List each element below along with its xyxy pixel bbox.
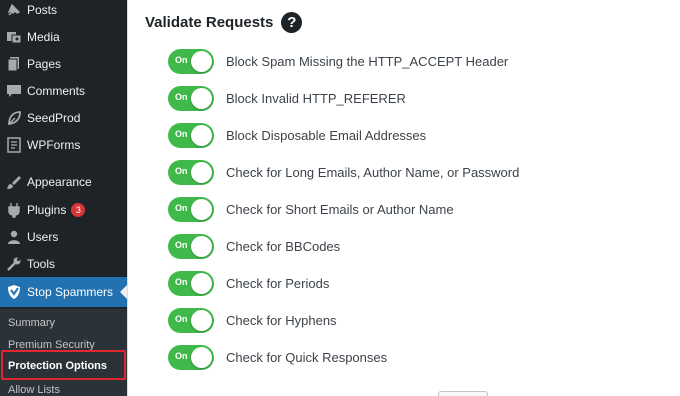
wpforms-icon <box>5 136 23 154</box>
toggle-switch[interactable]: On <box>168 307 214 333</box>
panel-title: Validate Requests ? <box>145 12 303 33</box>
sidebar-item-wpforms[interactable]: WPForms <box>0 131 127 158</box>
toggle-on-text: On <box>175 276 188 287</box>
option-check-quick-responses: On Check for Quick Responses <box>168 344 387 370</box>
option-label: Check for Short Emails or Author Name <box>226 201 454 217</box>
sidebar-item-label: Comments <box>27 83 86 98</box>
toggle-switch[interactable]: On <box>168 48 214 74</box>
toggle-on-text: On <box>175 202 188 213</box>
highlight-outline <box>1 350 126 380</box>
tools-icon <box>5 255 23 273</box>
sidebar-item-label: SeedProd <box>27 110 81 125</box>
sidebar-item-posts[interactable]: Posts <box>0 0 127 23</box>
panel-title-text: Validate Requests <box>145 14 274 31</box>
help-icon[interactable]: ? <box>281 12 303 33</box>
sidebar-item-pages[interactable]: Pages <box>0 50 127 77</box>
toggle-on-text: On <box>175 54 188 65</box>
toggle-knob <box>191 198 212 220</box>
sidebar-item-appearance[interactable]: Appearance <box>0 168 127 195</box>
option-check-long-emails: On Check for Long Emails, Author Name, o… <box>168 159 519 185</box>
sidebar-item-users[interactable]: Users <box>0 223 127 250</box>
option-label: Check for Long Emails, Author Name, or P… <box>226 164 520 180</box>
toggle-knob <box>191 235 212 257</box>
toggle-knob <box>191 124 212 146</box>
plugins-update-badge: 3 <box>71 202 86 217</box>
toggle-switch[interactable]: On <box>168 122 214 148</box>
toggle-on-text: On <box>175 128 188 139</box>
comments-icon <box>5 82 23 100</box>
option-check-short-emails: On Check for Short Emails or Author Name <box>168 196 454 222</box>
pages-icon <box>5 55 23 73</box>
option-label: Check for BBCodes <box>226 238 341 254</box>
toggle-on-text: On <box>175 239 188 250</box>
option-label: Check for Quick Responses <box>226 349 388 365</box>
sidebar-item-stop-spammers[interactable]: Stop Spammers <box>0 277 127 307</box>
toggle-on-text: On <box>175 91 188 102</box>
option-block-disposable-email: On Block Disposable Email Addresses <box>168 122 426 148</box>
toggle-switch[interactable]: On <box>168 85 214 111</box>
toggle-on-text: On <box>175 313 188 324</box>
option-label: Check for Hyphens <box>226 312 337 328</box>
option-label: Block Spam Missing the HTTP_ACCEPT Heade… <box>226 53 509 69</box>
option-check-bbcodes: On Check for BBCodes <box>168 233 340 259</box>
toggle-knob <box>191 87 212 109</box>
sidebar-item-label: WPForms <box>27 137 81 152</box>
pin-icon <box>5 1 23 19</box>
toggle-on-text: On <box>175 350 188 361</box>
sidebar-item-label: Posts <box>27 2 58 17</box>
toggle-switch[interactable]: On <box>168 196 214 222</box>
sidebar-item-comments[interactable]: Comments <box>0 77 127 104</box>
sidebar-item-label: Users <box>27 229 59 244</box>
toggle-knob <box>191 50 212 72</box>
sidebar-item-label: Media <box>27 29 60 44</box>
toggle-knob <box>191 309 212 331</box>
sidebar-item-label: Tools <box>27 256 56 271</box>
option-check-periods: On Check for Periods <box>168 270 329 296</box>
sidebar-item-tools[interactable]: Tools <box>0 250 127 277</box>
media-icon <box>5 28 23 46</box>
sidebar-item-plugins[interactable]: Plugins 3 <box>0 196 127 223</box>
validate-requests-panel: Validate Requests ? On Block Spam Missin… <box>127 0 680 396</box>
sidebar-item-label: Plugins <box>27 202 67 217</box>
sidebar-item-media[interactable]: Media <box>0 23 127 50</box>
users-icon <box>5 228 23 246</box>
sidebar-item-seedprod[interactable]: SeedProd <box>0 104 127 131</box>
admin-sidebar: Posts Media Pages Comments SeedProd WPFo… <box>0 0 127 396</box>
toggle-switch[interactable]: On <box>168 344 214 370</box>
submenu-item-allow-lists[interactable]: Allow Lists <box>8 384 60 396</box>
option-label: Block Invalid HTTP_REFERER <box>226 90 406 106</box>
toggle-knob <box>191 161 212 183</box>
toggle-switch[interactable]: On <box>168 159 214 185</box>
option-block-invalid-referer: On Block Invalid HTTP_REFERER <box>168 85 406 111</box>
appearance-icon <box>5 173 23 191</box>
toggle-knob <box>191 272 212 294</box>
option-check-hyphens: On Check for Hyphens <box>168 307 337 333</box>
shield-icon <box>5 283 23 301</box>
submenu-item-summary[interactable]: Summary <box>8 317 55 329</box>
option-block-missing-http-accept: On Block Spam Missing the HTTP_ACCEPT He… <box>168 48 508 74</box>
option-label: Block Disposable Email Addresses <box>226 127 427 143</box>
toggle-switch[interactable]: On <box>168 270 214 296</box>
save-button[interactable] <box>438 391 488 396</box>
sidebar-item-label: Appearance <box>27 174 92 189</box>
sidebar-item-label: Pages <box>27 56 62 71</box>
sidebar-item-label: Stop Spammers <box>27 285 114 299</box>
option-label: Check for Periods <box>226 275 330 291</box>
plugins-icon <box>5 201 23 219</box>
seedprod-icon <box>5 109 23 127</box>
toggle-switch[interactable]: On <box>168 233 214 259</box>
toggle-knob <box>191 346 212 368</box>
toggle-on-text: On <box>175 165 188 176</box>
